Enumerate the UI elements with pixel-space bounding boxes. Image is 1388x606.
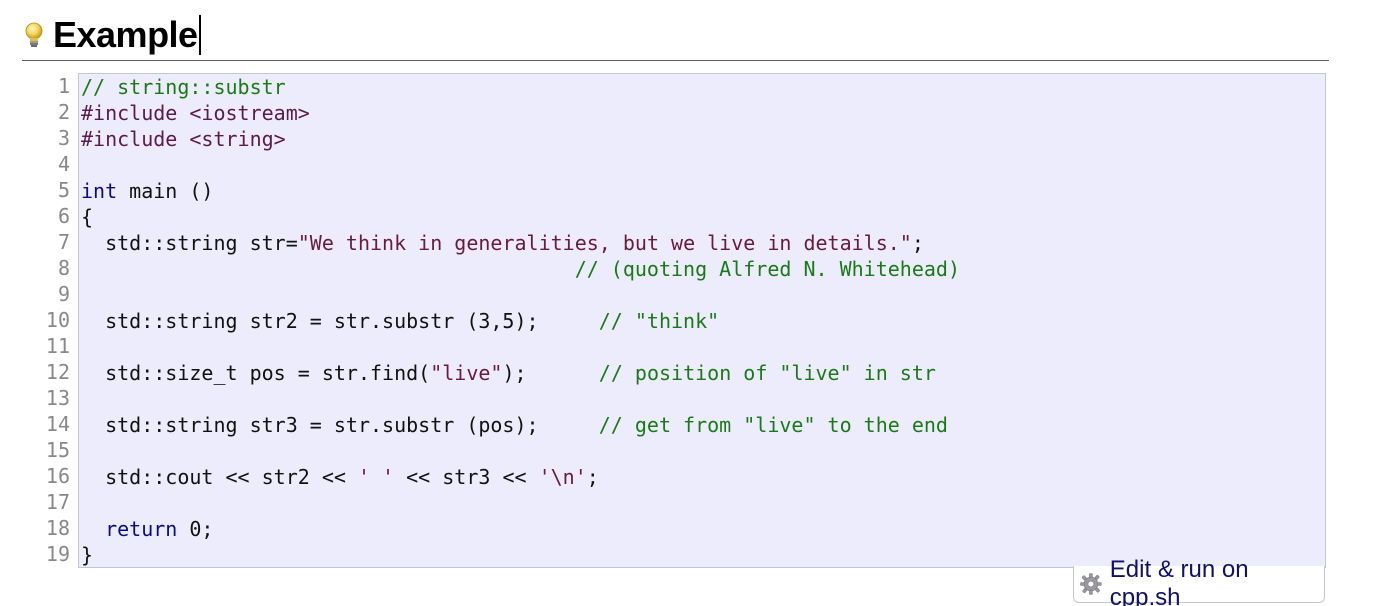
code-token: #include <iostream> <box>81 101 310 125</box>
code-line: std::size_t pos = str.find("live"); // p… <box>81 360 960 386</box>
line-number: 13 <box>45 386 70 410</box>
line-number: 17 <box>45 490 70 514</box>
code-token: // "think" <box>598 309 720 333</box>
line-number: 11 <box>45 334 70 358</box>
line-number: 12 <box>45 360 70 384</box>
code-line: #include <iostream> <box>81 100 960 126</box>
code-token: 0; <box>177 517 214 541</box>
code-line: int main () <box>81 178 960 204</box>
code-token: std::size_t pos = str.find( <box>81 361 431 385</box>
code-block[interactable]: // string::substr #include <iostream> #inc… <box>78 73 1326 568</box>
code-token: // get from "live" to the end <box>598 413 948 437</box>
code-token: ; <box>586 465 599 489</box>
line-number: 15 <box>45 438 70 462</box>
edit-and-run-label: Edit & run on cpp.sh <box>1109 556 1249 606</box>
code-token: std::string str3 = str.substr (pos); <box>81 413 599 437</box>
code-token: std::cout << str2 << <box>81 465 358 489</box>
line-number: 19 <box>45 542 70 566</box>
line-number: 1 <box>57 74 70 98</box>
code-token: main () <box>117 179 214 203</box>
line-number: 4 <box>57 152 70 176</box>
code-line: return 0; <box>81 516 960 542</box>
code-token: // string::substr <box>81 75 286 99</box>
section-heading: Example <box>22 10 1329 61</box>
code-token: int <box>81 179 118 203</box>
code-token: std::string str= <box>81 231 298 255</box>
line-number: 16 <box>45 464 70 488</box>
code-token: return <box>105 517 178 541</box>
code-line: std::cout << str2 << ' ' << str3 << '\n'… <box>81 464 960 490</box>
code-token: // position of "live" in str <box>598 361 936 385</box>
line-number: 14 <box>45 412 70 436</box>
code-token: '\n' <box>538 465 587 489</box>
code-lines: // string::substr #include <iostream> #inc… <box>81 74 960 568</box>
line-number: 5 <box>57 178 70 202</box>
lightbulb-icon <box>25 22 43 47</box>
code-line: // (quoting Alfred N. Whitehead) <box>81 256 960 282</box>
text-cursor <box>198 15 201 55</box>
code-token: << str3 << <box>394 465 539 489</box>
code-token: "live" <box>430 361 503 385</box>
code-token: ); <box>502 361 599 385</box>
line-number-gutter: 1 2 3 4 5 6 7 8 9 10 11 12 13 14 15 16 17 18 19 <box>0 73 70 567</box>
line-number: 2 <box>57 100 70 124</box>
code-token: } <box>81 543 94 567</box>
code-line: std::string str3 = str.substr (pos); // … <box>81 412 960 438</box>
code-line: #include <string> <box>81 126 960 152</box>
line-number: 18 <box>45 516 70 540</box>
line-number: 3 <box>57 126 70 150</box>
line-number: 9 <box>57 282 70 306</box>
line-number: 7 <box>57 230 70 254</box>
code-line: } <box>81 542 960 568</box>
page: Example 1 2 3 4 5 6 7 8 9 10 11 12 13 14 15 16 17 18 19 //… <box>0 0 1388 606</box>
code-line: // string::substr <box>81 74 960 100</box>
edit-and-run-button[interactable]: Edit & run on cpp.sh <box>1073 556 1325 606</box>
code-line: { <box>81 204 960 230</box>
code-token: "We think in generalities, but we live i… <box>297 231 912 255</box>
code-token: ; <box>911 231 924 255</box>
code-token: ' ' <box>357 465 395 489</box>
line-number: 6 <box>57 204 70 228</box>
code-token: #include <string> <box>81 127 286 151</box>
gear-icon <box>1080 573 1102 595</box>
code-token: // (quoting Alfred N. Whitehead) <box>574 257 960 281</box>
line-number: 10 <box>45 308 70 332</box>
code-line: std::string str2 = str.substr (3,5); // … <box>81 308 960 334</box>
code-token: std::string str2 = str.substr (3,5); <box>81 309 599 333</box>
line-number: 8 <box>57 256 70 280</box>
code-token: { <box>81 205 94 229</box>
heading-title: Example <box>53 14 198 55</box>
code-line: std::string str="We think in generalitie… <box>81 230 960 256</box>
